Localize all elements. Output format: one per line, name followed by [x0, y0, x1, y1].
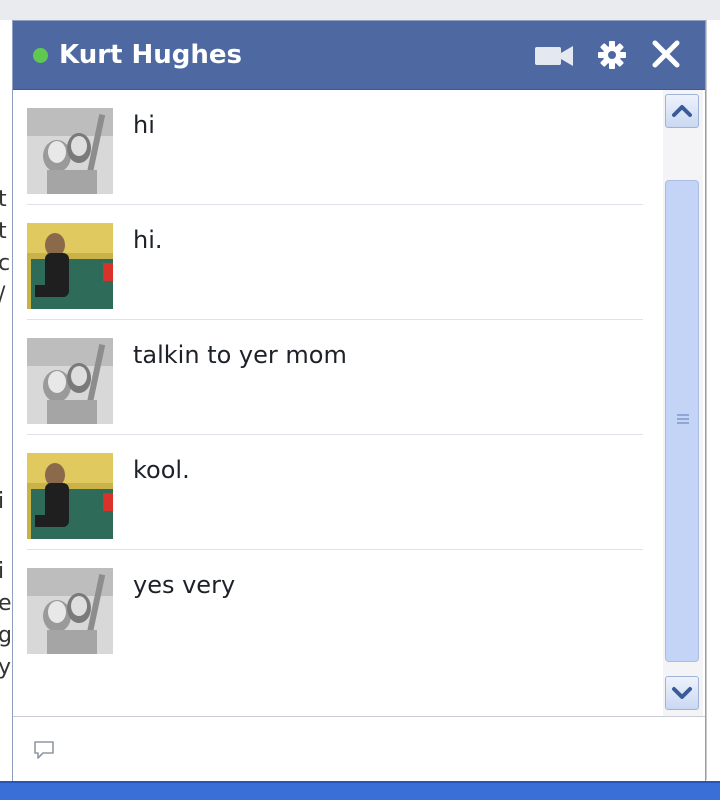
chat-message-input[interactable]	[65, 727, 689, 773]
gear-icon	[598, 41, 626, 69]
message-text: hi.	[133, 226, 163, 254]
friend-photo	[27, 568, 113, 654]
grip-icon	[677, 414, 689, 424]
self-photo	[27, 223, 113, 309]
scroll-thumb[interactable]	[665, 180, 699, 662]
self-photo	[27, 453, 113, 539]
message-text: kool.	[133, 456, 190, 484]
self-avatar[interactable]	[27, 223, 113, 309]
chat-window: Kurt Hughes hi hi. talkin to yer mom koo…	[12, 20, 706, 781]
video-call-button[interactable]	[533, 39, 577, 71]
chevron-up-icon	[672, 105, 692, 117]
contact-name[interactable]: Kurt Hughes	[59, 38, 242, 72]
online-status-icon	[33, 48, 48, 63]
message-text: talkin to yer mom	[133, 341, 347, 369]
message-list[interactable]: hi hi. talkin to yer mom kool. yes very	[13, 90, 663, 716]
message-row: hi	[27, 90, 643, 205]
page-background-top	[0, 0, 720, 20]
message-row: talkin to yer mom	[27, 320, 643, 435]
message-text: hi	[133, 111, 155, 139]
message-text: yes very	[133, 571, 236, 599]
close-icon	[652, 40, 680, 68]
scroll-up-button[interactable]	[665, 94, 699, 128]
friend-avatar[interactable]	[27, 338, 113, 424]
message-row: hi.	[27, 205, 643, 320]
message-scrollbar[interactable]	[663, 90, 703, 716]
settings-button[interactable]	[595, 39, 629, 71]
taskbar-strip	[0, 781, 720, 800]
close-button[interactable]	[649, 39, 683, 71]
video-call-icon	[535, 46, 573, 66]
chat-input-area[interactable]	[13, 716, 705, 781]
speech-bubble-icon	[34, 741, 54, 759]
message-row: kool.	[27, 435, 643, 550]
friend-photo	[27, 108, 113, 194]
background-page-right	[706, 20, 720, 780]
message-row: yes very	[27, 550, 643, 665]
scroll-down-button[interactable]	[665, 676, 699, 710]
chevron-down-icon	[672, 687, 692, 699]
friend-avatar[interactable]	[27, 108, 113, 194]
friend-photo	[27, 338, 113, 424]
friend-avatar[interactable]	[27, 568, 113, 654]
chat-titlebar[interactable]: Kurt Hughes	[13, 21, 705, 90]
self-avatar[interactable]	[27, 453, 113, 539]
